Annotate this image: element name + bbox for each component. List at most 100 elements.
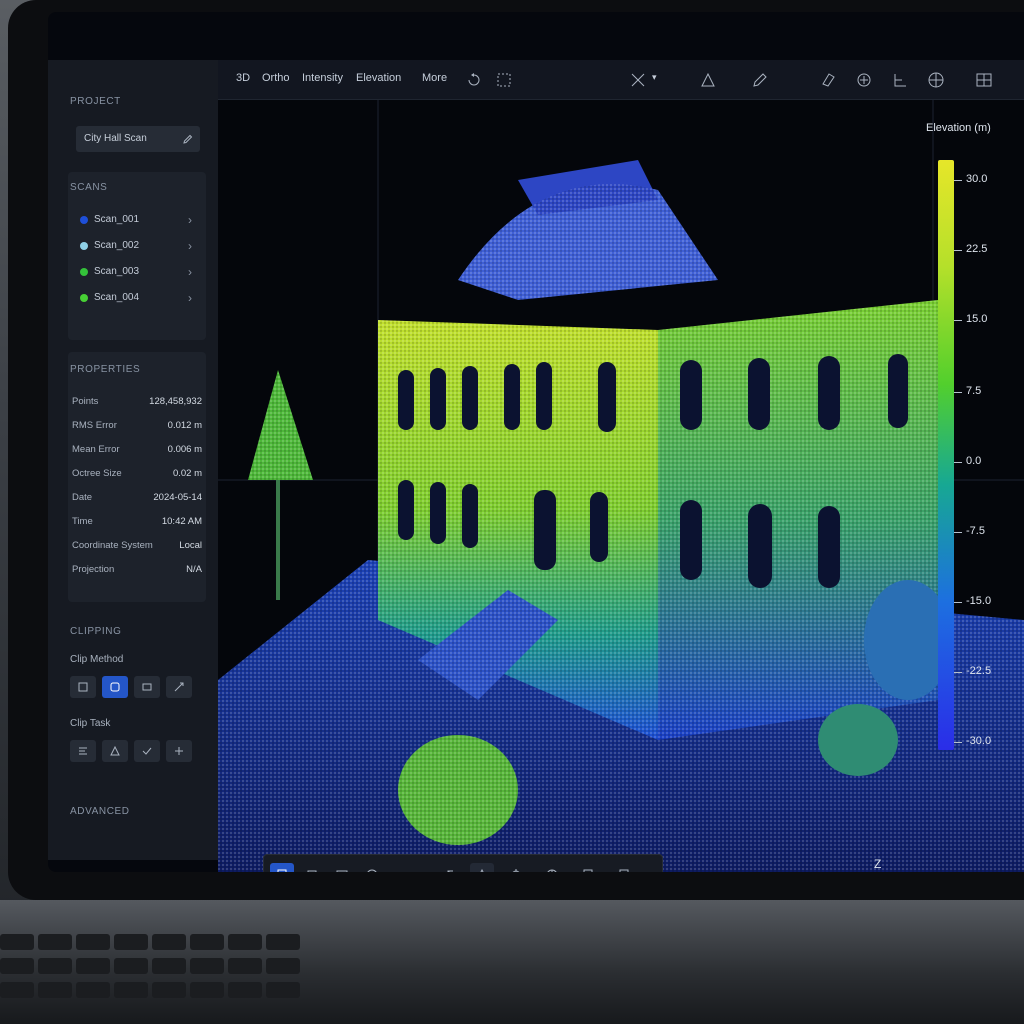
chevron-right-icon: ›	[188, 239, 192, 253]
check-icon	[142, 747, 152, 755]
path-button[interactable]	[390, 863, 414, 872]
report-button[interactable]	[612, 863, 636, 872]
chevron-right-icon: ›	[188, 265, 192, 279]
select-point-button[interactable]	[440, 863, 464, 872]
scans-section-title: SCANS	[70, 182, 108, 193]
scan-label: Scan_001	[94, 214, 140, 225]
app-screen: PROJECT City Hall Scan SCANS Scan_001 › …	[48, 12, 1024, 872]
axis-icon[interactable]	[890, 70, 910, 90]
scan-item[interactable]: Scan_002 ›	[76, 234, 200, 258]
clip-task-highlight-button[interactable]	[134, 740, 160, 762]
clip-plane-button[interactable]	[134, 676, 160, 698]
legend-title: Elevation (m)	[926, 122, 991, 134]
copy-button[interactable]	[300, 863, 324, 872]
page-icon	[277, 869, 287, 872]
crosshair-small-icon	[512, 869, 520, 872]
clip-method-label: Clip Method	[70, 654, 124, 665]
chevron-down-icon[interactable]: ▾	[652, 72, 657, 83]
monitor-icon	[336, 870, 348, 872]
scan-label: Scan_003	[94, 266, 140, 277]
document-icon	[619, 869, 629, 872]
clip-polygon-button[interactable]	[102, 676, 128, 698]
legend-tick	[954, 742, 962, 743]
tab-3d[interactable]: 3D	[236, 72, 250, 84]
distance-button[interactable]	[470, 863, 494, 872]
clipping-section-title: CLIPPING	[70, 626, 122, 637]
copy-icon	[307, 870, 317, 872]
polygon-icon	[110, 682, 120, 692]
legend-tick-label: 30.0	[966, 173, 988, 185]
legend-tick	[954, 250, 962, 251]
legend-tick-label: 15.0	[966, 313, 988, 325]
keyboard-row	[0, 934, 330, 952]
target-icon[interactable]	[854, 70, 874, 90]
axis-gizmo: Z X Y	[874, 857, 881, 871]
clip-task-none-button[interactable]	[166, 740, 192, 762]
chevron-right-icon: ›	[188, 213, 192, 227]
property-row: Time 10:42 AM	[72, 516, 202, 527]
triangle-measure-icon	[480, 868, 484, 872]
measure-icon[interactable]	[628, 70, 648, 90]
list-icon	[79, 747, 87, 755]
grid-icon[interactable]	[974, 70, 994, 90]
cross-icon	[175, 747, 183, 755]
elevation-color-scale	[938, 160, 954, 750]
top-toolbar: 3D Ortho Intensity Elevation More ▾	[218, 60, 1024, 100]
advanced-section-title[interactable]: ADVANCED	[70, 806, 130, 817]
keyboard-row	[0, 958, 330, 976]
tab-ortho[interactable]: Ortho	[262, 72, 290, 84]
scan-item[interactable]: Scan_003 ›	[76, 260, 200, 284]
export-button[interactable]	[576, 863, 600, 872]
property-row: Octree Size 0.02 m	[72, 468, 202, 479]
clip-task-outside-button[interactable]	[102, 740, 128, 762]
path-icon	[395, 868, 409, 872]
box-icon	[78, 682, 88, 692]
scan-color-dot	[80, 268, 88, 276]
scan-color-dot	[80, 242, 88, 250]
legend-tick-label: 7.5	[966, 385, 982, 397]
point-cloud-render	[218, 100, 1024, 872]
eraser-icon[interactable]	[818, 70, 838, 90]
scan-label: Scan_002	[94, 240, 140, 251]
legend-tick	[954, 392, 962, 393]
axis-z-label: Z	[874, 857, 881, 871]
annotation-button[interactable]	[360, 863, 384, 872]
pencil-icon[interactable]	[750, 70, 770, 90]
cursor-icon	[447, 870, 453, 872]
clip-box-button[interactable]	[70, 676, 96, 698]
scan-color-dot	[80, 216, 88, 224]
tab-more[interactable]: More	[422, 72, 447, 84]
point-cloud-viewport[interactable]: Elevation (m) 30.0 22.5 15.0 7.5 0.0 -7.…	[218, 100, 1024, 872]
legend-tick	[954, 462, 962, 463]
view-mode-button[interactable]	[270, 863, 294, 872]
center-button[interactable]	[540, 863, 564, 872]
property-row: Coordinate System Local	[72, 540, 202, 551]
scan-item[interactable]: Scan_004 ›	[76, 286, 200, 310]
project-section-title: PROJECT	[70, 96, 121, 107]
rotate-icon[interactable]	[464, 70, 484, 90]
property-row: Mean Error 0.006 m	[72, 444, 202, 455]
tab-elevation[interactable]: Elevation	[356, 72, 401, 84]
clip-custom-button[interactable]	[166, 676, 192, 698]
legend-tick-label: -22.5	[966, 665, 992, 677]
select-box-icon[interactable]	[494, 70, 514, 90]
clip-task-inside-button[interactable]	[70, 740, 96, 762]
point-pick-button[interactable]	[504, 863, 528, 872]
legend-tick	[954, 320, 962, 321]
plane-icon	[142, 683, 152, 691]
crosshair-icon[interactable]	[926, 70, 946, 90]
monitor-button[interactable]	[330, 863, 354, 872]
legend-tick	[954, 602, 962, 603]
scan-item[interactable]: Scan_001 ›	[76, 208, 200, 232]
legend-tick	[954, 672, 962, 673]
project-name-field[interactable]: City Hall Scan	[76, 126, 200, 152]
legend-tick	[954, 180, 962, 181]
tab-intensity[interactable]: Intensity	[302, 72, 343, 84]
file-icon	[583, 869, 593, 872]
property-row: Date 2024-05-14	[72, 492, 202, 503]
chevron-right-icon: ›	[188, 291, 192, 305]
scan-color-dot	[80, 294, 88, 302]
edit-icon[interactable]	[182, 133, 194, 145]
laptop-keyboard	[0, 900, 1024, 1024]
angle-icon[interactable]	[698, 70, 718, 90]
